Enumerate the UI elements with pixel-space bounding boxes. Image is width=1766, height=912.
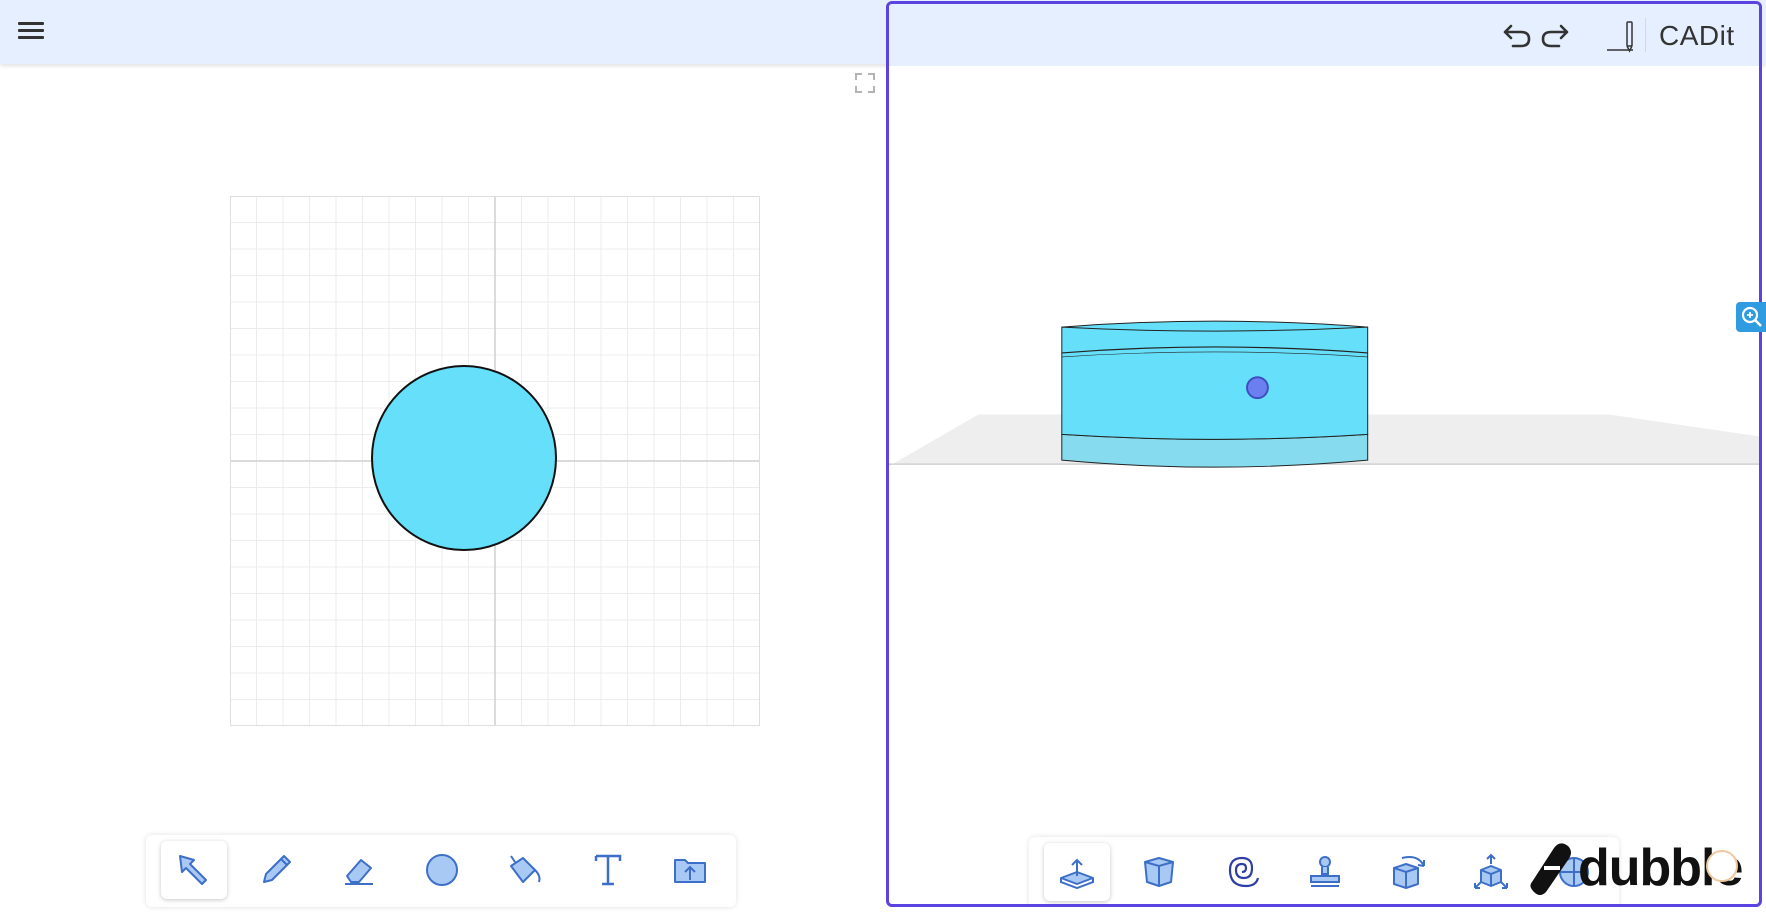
dubble-logo-icon — [1530, 843, 1571, 895]
stamp-tool-button[interactable] — [1292, 843, 1358, 901]
3d-viewport[interactable] — [889, 66, 1759, 906]
folder-upload-icon — [674, 859, 706, 883]
circle-tool-button[interactable] — [409, 841, 475, 899]
scale-cube-icon — [1474, 853, 1508, 889]
sketch-canvas[interactable] — [230, 196, 760, 726]
scale-tool-button[interactable] — [1458, 843, 1524, 901]
rotate-cube-icon — [1393, 856, 1425, 889]
text-icon — [594, 854, 622, 886]
extrude-tool-button[interactable] — [1044, 843, 1110, 901]
pencil-sketch-icon[interactable] — [1603, 18, 1639, 54]
redo-icon[interactable] — [1539, 20, 1571, 50]
pencil-icon — [263, 855, 291, 883]
zoom-panel-tab[interactable] — [1736, 302, 1766, 332]
pencil-tool-button[interactable] — [243, 841, 309, 899]
spiral-tool-button[interactable] — [1209, 843, 1275, 901]
fill-tool-button[interactable] — [492, 841, 558, 899]
cylinder-body — [1061, 320, 1369, 440]
3d-view-panel: CADit — [886, 1, 1762, 907]
hamburger-menu-icon[interactable] — [18, 18, 46, 46]
sketch-toolbar — [146, 835, 736, 907]
rotate-tool-button[interactable] — [1375, 843, 1441, 901]
undo-icon[interactable] — [1501, 20, 1533, 50]
arrow-cursor-icon — [179, 855, 207, 885]
eraser-icon — [345, 859, 373, 885]
box-icon — [1144, 857, 1174, 887]
zoom-search-icon — [1741, 306, 1762, 327]
extrude-icon — [1060, 858, 1094, 890]
fullscreen-left-icon[interactable] — [854, 72, 876, 94]
stamp-icon — [1310, 856, 1340, 887]
open-folder-tool-button[interactable] — [658, 841, 724, 899]
text-tool-button[interactable] — [575, 841, 641, 899]
circle-icon — [426, 854, 458, 886]
3d-view-header: CADit — [889, 4, 1759, 66]
sketch-circle-shape[interactable] — [371, 365, 557, 551]
box-tool-button[interactable] — [1126, 843, 1192, 901]
paint-bucket-icon — [510, 855, 541, 883]
header-divider — [1645, 18, 1646, 52]
select-tool-button[interactable] — [161, 841, 227, 899]
recording-indicator-icon — [1706, 850, 1738, 882]
app-title: CADit — [1659, 20, 1735, 51]
transform-handle[interactable] — [1246, 376, 1269, 400]
spiral-icon — [1228, 856, 1260, 888]
eraser-tool-button[interactable] — [326, 841, 392, 899]
